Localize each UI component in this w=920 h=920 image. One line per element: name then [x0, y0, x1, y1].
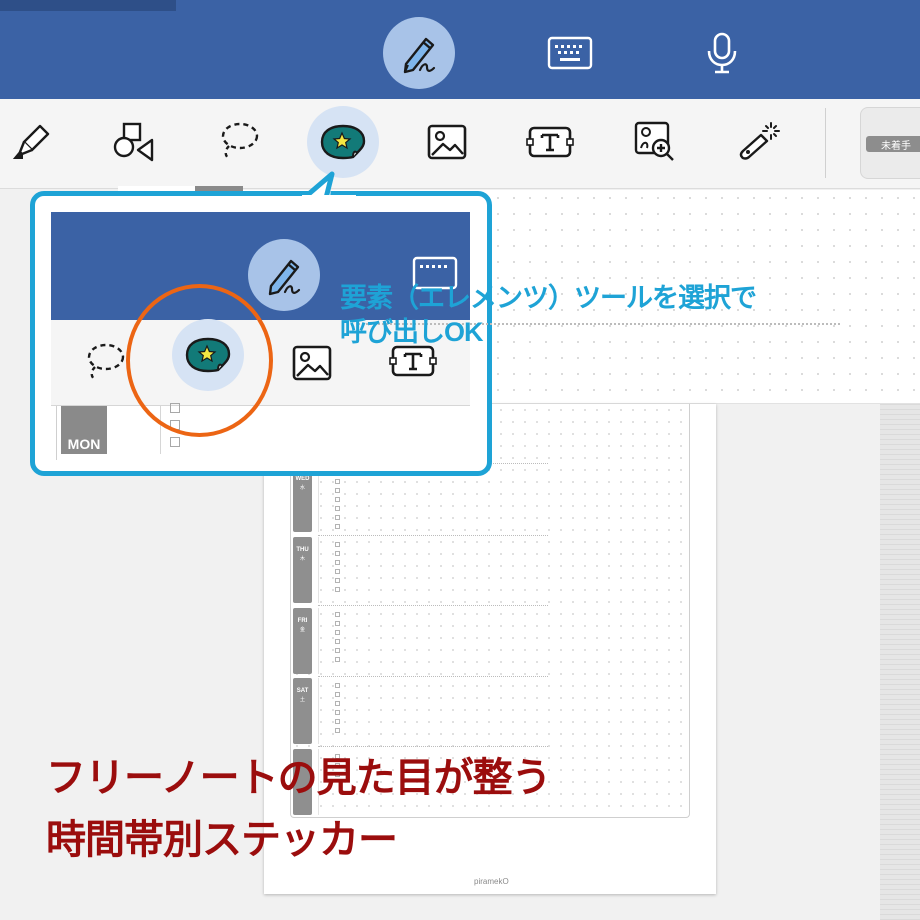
- checkbox[interactable]: [335, 497, 340, 502]
- keyboard-mode-button[interactable]: [534, 17, 606, 89]
- callout-caption: 要素（エレメンツ）ツールを選択で 呼び出しOK: [340, 281, 860, 349]
- checkbox[interactable]: [335, 578, 340, 583]
- lasso-icon: [221, 122, 259, 161]
- sticker-element-icon: [320, 124, 366, 160]
- headline-line2: 時間帯別ステッカー: [46, 818, 398, 862]
- callout-caption-line2: 呼び出しOK: [340, 317, 484, 347]
- laser-pointer-icon: [739, 122, 780, 160]
- checkbox-column: [335, 479, 341, 533]
- checkbox[interactable]: [335, 524, 340, 529]
- checkbox[interactable]: [335, 639, 340, 644]
- row-separator: [318, 535, 548, 536]
- microphone-icon: [707, 32, 737, 74]
- checkbox[interactable]: [335, 542, 340, 547]
- keyboard-icon: [547, 36, 593, 70]
- checkbox[interactable]: [335, 479, 340, 484]
- checkbox[interactable]: [335, 719, 340, 724]
- checkbox-column: [335, 542, 341, 596]
- top-mode-bar: [0, 0, 920, 99]
- callout-pointer: [302, 171, 356, 199]
- checkbox[interactable]: [335, 587, 340, 592]
- lasso-tool[interactable]: [203, 106, 275, 178]
- checkbox[interactable]: [335, 728, 340, 733]
- zoom-mon-tab: MON: [61, 406, 107, 454]
- toolbar-divider: [825, 108, 826, 178]
- text-box-icon: [526, 126, 574, 158]
- checkbox[interactable]: [335, 506, 340, 511]
- shapes-tool[interactable]: [97, 106, 169, 178]
- image-tool[interactable]: [411, 106, 483, 178]
- checkbox[interactable]: [335, 515, 340, 520]
- day-tab-thu: THU 木: [293, 537, 312, 603]
- checkbox[interactable]: [335, 630, 340, 635]
- checkbox[interactable]: [335, 488, 340, 493]
- image-search-tool[interactable]: [619, 106, 691, 178]
- voice-mode-button[interactable]: [686, 17, 758, 89]
- checkbox-column: [335, 612, 341, 666]
- lasso-icon: [87, 343, 125, 382]
- row-separator: [318, 676, 548, 677]
- top-bar-corner: [0, 0, 176, 11]
- row-divider: [318, 537, 319, 603]
- checkbox[interactable]: [335, 692, 340, 697]
- image-icon: [292, 345, 332, 381]
- pen-icon: [268, 259, 301, 296]
- highlighter-icon: [12, 124, 50, 159]
- pen-icon: [403, 37, 436, 74]
- checkbox[interactable]: [335, 612, 340, 617]
- checkbox[interactable]: [335, 560, 340, 565]
- text-box-tool[interactable]: [514, 106, 586, 178]
- laser-pointer-tool[interactable]: [722, 106, 794, 178]
- image-search-icon: [634, 121, 674, 161]
- checkbox[interactable]: [335, 551, 340, 556]
- checkbox[interactable]: [335, 701, 340, 706]
- brand-logo-text: piramekO: [474, 877, 509, 886]
- image-icon: [427, 124, 467, 160]
- checkbox: [170, 437, 180, 447]
- headline-line1: フリーノートの見た目が整う: [46, 756, 552, 800]
- checkbox-column: [335, 683, 341, 737]
- checkbox[interactable]: [335, 710, 340, 715]
- side-pattern: [880, 404, 920, 920]
- callout-caption-line1: 要素（エレメンツ）ツールを選択で: [340, 283, 757, 313]
- sticker-element-tool[interactable]: [307, 106, 379, 178]
- checkbox[interactable]: [335, 621, 340, 626]
- day-tab-fri: FRI 金: [293, 608, 312, 674]
- row-separator: [318, 746, 548, 747]
- shapes-icon: [113, 122, 154, 162]
- checkbox[interactable]: [335, 683, 340, 688]
- zoom-pen-button: [248, 239, 320, 311]
- checkbox[interactable]: [335, 648, 340, 653]
- highlighter-tool[interactable]: [0, 106, 68, 178]
- tag-label: 未着手: [866, 136, 920, 152]
- day-tab-sat: SAT 土: [293, 678, 312, 744]
- checkbox[interactable]: [335, 657, 340, 662]
- checkbox[interactable]: [335, 569, 340, 574]
- pen-mode-button[interactable]: [383, 17, 455, 89]
- highlight-ring: [126, 284, 273, 437]
- row-divider: [318, 678, 319, 744]
- row-separator: [318, 605, 548, 606]
- row-divider: [318, 608, 319, 674]
